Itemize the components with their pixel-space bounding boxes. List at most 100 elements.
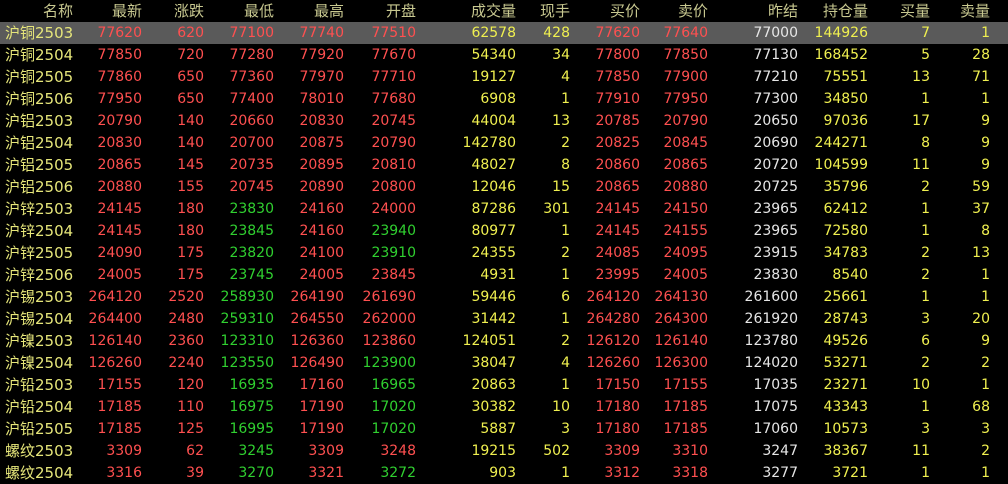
cell-vol: 24355	[471, 245, 516, 261]
cell-oi: 35796	[823, 179, 868, 195]
cell-bid: 17150	[595, 377, 640, 393]
cell-high: 20890	[299, 179, 344, 195]
cell-ask: 24155	[663, 223, 708, 239]
header-prev-settle[interactable]: 昨结	[724, 0, 798, 22]
cell-name: 沪铝2503	[5, 112, 74, 130]
cell-prev: 77300	[753, 91, 798, 107]
cell-chg: 2520	[168, 289, 204, 305]
table-row[interactable]: 沪铅2505 17185 125 16995 17190 17020 5887 3 17180 1…	[0, 418, 1008, 440]
cell-prev: 77130	[753, 47, 798, 63]
header-open-interest[interactable]: 持仓量	[800, 0, 868, 22]
table-row[interactable]: 沪锌2506 24005 175 23745 24005 23845 4931 1 23995 2…	[0, 264, 1008, 286]
cell-last: 3309	[106, 443, 142, 459]
header-bid-qty[interactable]: 买量	[872, 0, 930, 22]
cell-high: 20875	[299, 135, 344, 151]
header-bid[interactable]: 买价	[572, 0, 640, 22]
cell-bid: 24085	[595, 245, 640, 261]
table-row[interactable]: 螺纹2503 3309 62 3245 3309 3248 19215 502 3309 3310…	[0, 440, 1008, 462]
cell-cur: 1	[561, 267, 570, 283]
cell-prev: 23830	[753, 267, 798, 283]
cell-high: 77970	[299, 69, 344, 85]
cell-high: 24160	[299, 201, 344, 217]
header-ask-qty[interactable]: 卖量	[932, 0, 990, 22]
table-row[interactable]: 沪镍2504 126260 2240 123550 126490 123900 38047 4…	[0, 352, 1008, 374]
cell-aq: 71	[972, 69, 990, 85]
cell-cur: 428	[543, 25, 570, 41]
table-row[interactable]: 沪锡2503 264120 2520 258930 264190 261690 59446 6…	[0, 286, 1008, 308]
cell-high: 24160	[299, 223, 344, 239]
cell-prev: 261920	[744, 311, 798, 327]
table-row[interactable]: 沪铅2504 17185 110 16975 17190 17020 30382 10 1718…	[0, 396, 1008, 418]
cell-vol: 903	[489, 465, 516, 481]
cell-ask: 17185	[663, 421, 708, 437]
cell-prev: 124020	[744, 355, 798, 371]
header-ask[interactable]: 卖价	[642, 0, 708, 22]
cell-high: 20830	[299, 113, 344, 129]
cell-oi: 168452	[814, 47, 868, 63]
table-row[interactable]: 沪铜2505 77860 650 77360 77970 77710 19127 4 77850…	[0, 66, 1008, 88]
cell-name: 沪锌2503	[5, 200, 74, 218]
header-low[interactable]: 最低	[206, 0, 274, 22]
table-row[interactable]: 沪铝2503 20790 140 20660 20830 20745 44004 13 2078…	[0, 110, 1008, 132]
cell-open: 123900	[362, 355, 416, 371]
cell-aq: 37	[972, 201, 990, 217]
header-last[interactable]: 最新	[76, 0, 142, 22]
cell-bq: 1	[921, 223, 930, 239]
cell-vol: 124051	[462, 333, 516, 349]
cell-ask: 20865	[663, 157, 708, 173]
cell-ask: 77900	[663, 69, 708, 85]
cell-vol: 48027	[471, 157, 516, 173]
table-row[interactable]: 沪锌2503 24145 180 23830 24160 24000 87286 301 241…	[0, 198, 1008, 220]
header-open[interactable]: 开盘	[346, 0, 416, 22]
table-row[interactable]: 沪铝2504 20830 140 20700 20875 20790 142780 2 2082…	[0, 132, 1008, 154]
cell-bid: 77800	[595, 47, 640, 63]
cell-bq: 2	[921, 245, 930, 261]
table-row[interactable]: 沪锌2505 24090 175 23820 24100 23910 24355 2 24085…	[0, 242, 1008, 264]
cell-low: 77280	[229, 47, 274, 63]
cell-vol: 12046	[471, 179, 516, 195]
cell-prev: 77210	[753, 69, 798, 85]
cell-bid: 77850	[595, 69, 640, 85]
table-row[interactable]: 沪铝2505 20865 145 20735 20895 20810 48027 8 20860…	[0, 154, 1008, 176]
header-name[interactable]: 名称	[5, 0, 83, 22]
cell-cur: 8	[561, 157, 570, 173]
cell-bid: 23995	[595, 267, 640, 283]
cell-prev: 17060	[753, 421, 798, 437]
cell-chg: 180	[177, 201, 204, 217]
cell-name: 沪锌2506	[5, 266, 74, 284]
cell-name: 沪镍2504	[5, 354, 74, 372]
cell-last: 24145	[97, 223, 142, 239]
cell-name: 沪铅2504	[5, 398, 74, 416]
table-row[interactable]: 沪锡2504 264400 2480 259310 264550 262000 31442 1…	[0, 308, 1008, 330]
header-current-lot[interactable]: 现手	[518, 0, 570, 22]
cell-name: 沪铅2505	[5, 420, 74, 438]
table-row[interactable]: 沪铜2503 77620 620 77100 77740 77510 62578 428 776…	[0, 22, 1008, 44]
table-row[interactable]: 沪铜2504 77850 720 77280 77920 77670 54340 34 7780…	[0, 44, 1008, 66]
table-row[interactable]: 螺纹2504 3316 39 3270 3321 3272 903 1 3312 3318 3277…	[0, 462, 1008, 484]
table-row[interactable]: 沪镍2503 126140 2360 123310 126360 123860 124051…	[0, 330, 1008, 352]
cell-chg: 125	[177, 421, 204, 437]
cell-last: 77620	[97, 25, 142, 41]
cell-cur: 1	[561, 377, 570, 393]
cell-aq: 8	[981, 223, 990, 239]
cell-cur: 2	[561, 333, 570, 349]
cell-bid: 77910	[595, 91, 640, 107]
cell-low: 123550	[220, 355, 274, 371]
table-row[interactable]: 沪锌2504 24145 180 23845 24160 23940 80977 1 24145…	[0, 220, 1008, 242]
cell-oi: 38367	[823, 443, 868, 459]
table-row[interactable]: 沪铝2506 20880 155 20745 20890 20800 12046 15 2086…	[0, 176, 1008, 198]
cell-open: 20800	[371, 179, 416, 195]
cell-prev: 17035	[753, 377, 798, 393]
cell-cur: 4	[561, 355, 570, 371]
cell-cur: 2	[561, 245, 570, 261]
header-high[interactable]: 最高	[276, 0, 344, 22]
table-row[interactable]: 沪铜2506 77950 650 77400 78010 77680 6908 1 77910 7…	[0, 88, 1008, 110]
table-row[interactable]: 沪铅2503 17155 120 16935 17160 16965 20863 1 17150…	[0, 374, 1008, 396]
cell-name: 沪锌2505	[5, 244, 74, 262]
cell-oi: 97036	[823, 113, 868, 129]
header-change[interactable]: 涨跌	[144, 0, 204, 22]
header-volume[interactable]: 成交量	[440, 0, 516, 22]
cell-aq: 9	[981, 157, 990, 173]
cell-vol: 38047	[471, 355, 516, 371]
cell-aq: 9	[981, 135, 990, 151]
